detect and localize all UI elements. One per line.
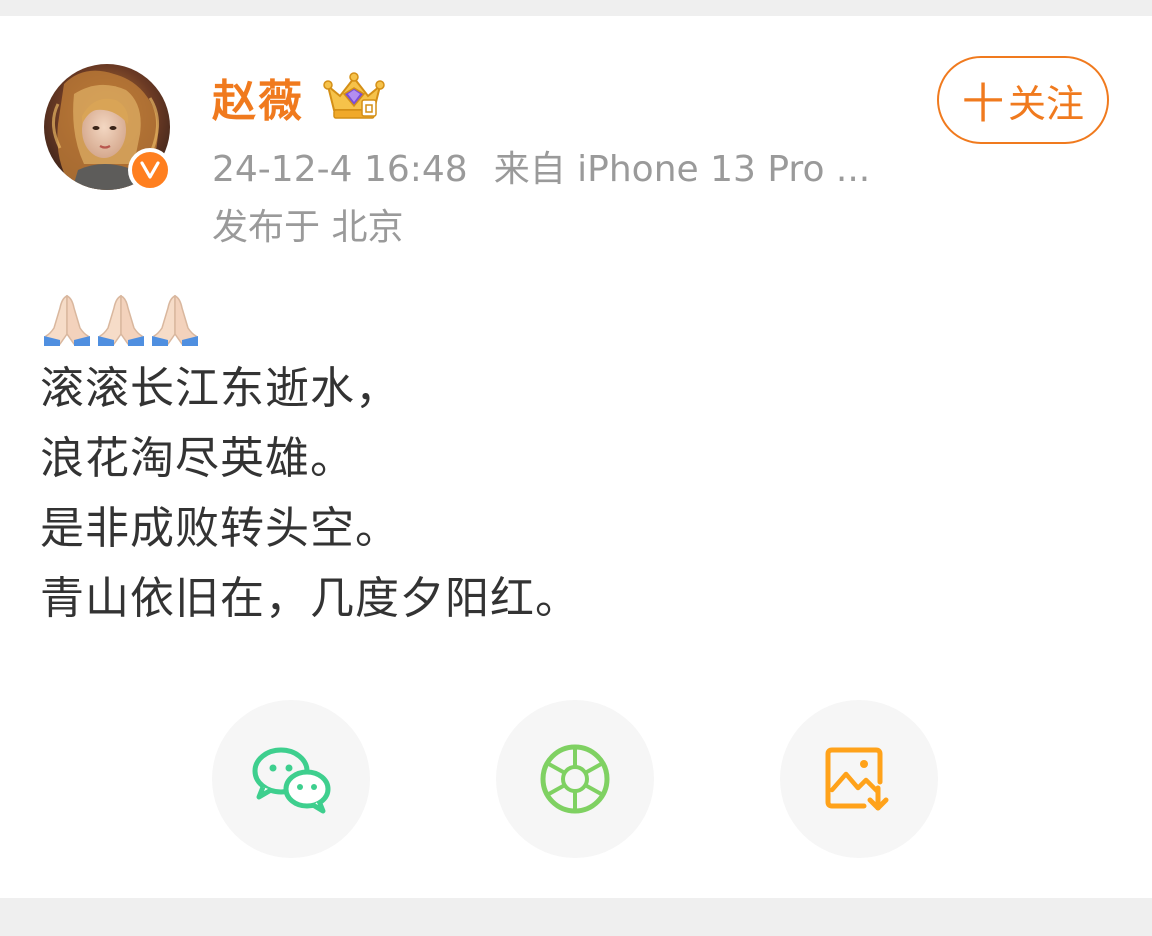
save-image-button[interactable] [780,700,938,858]
post-source[interactable]: 来自 iPhone 13 Pro ... [494,149,871,190]
post-meta: 24-12-4 16:48 来自 iPhone 13 Pro ... [212,148,870,192]
post-line: 是非成败转头空。 [40,503,400,554]
post-line: 青山依旧在，几度夕阳红。 [40,573,580,624]
author-name[interactable]: 赵薇 [212,76,304,128]
emoji-row [40,290,202,346]
praying-hands-icon [44,294,90,346]
post-line: 浪花淘尽英雄。 [40,433,355,484]
share-wechat-button[interactable] [212,700,370,858]
praying-hands-icon [98,294,144,346]
save-image-icon [825,747,889,811]
verified-badge-icon [128,148,172,192]
post-card: 赵薇 24-12-4 16:48 来自 iPhone 13 Pro ... 发布于… [0,16,1152,898]
post-text: 滚滚长江东逝水， 浪花淘尽英雄。 是非成败转头空。 青山依旧在，几度夕阳红。 [40,354,580,634]
praying-hands-icon [152,294,198,346]
plus-icon: 十 [961,78,1004,128]
post-location: 发布于 北京 [212,207,404,248]
avatar[interactable] [44,64,172,192]
moments-icon [540,744,610,814]
share-moments-button[interactable] [496,700,654,858]
wechat-icon [252,747,331,814]
follow-button[interactable]: 十 关注 [937,56,1109,144]
post-line: 滚滚长江东逝水， [40,363,400,414]
post-timestamp: 24-12-4 16:48 [212,149,468,190]
follow-label: 关注 [1008,81,1085,126]
crown-badge-icon[interactable] [322,70,386,122]
